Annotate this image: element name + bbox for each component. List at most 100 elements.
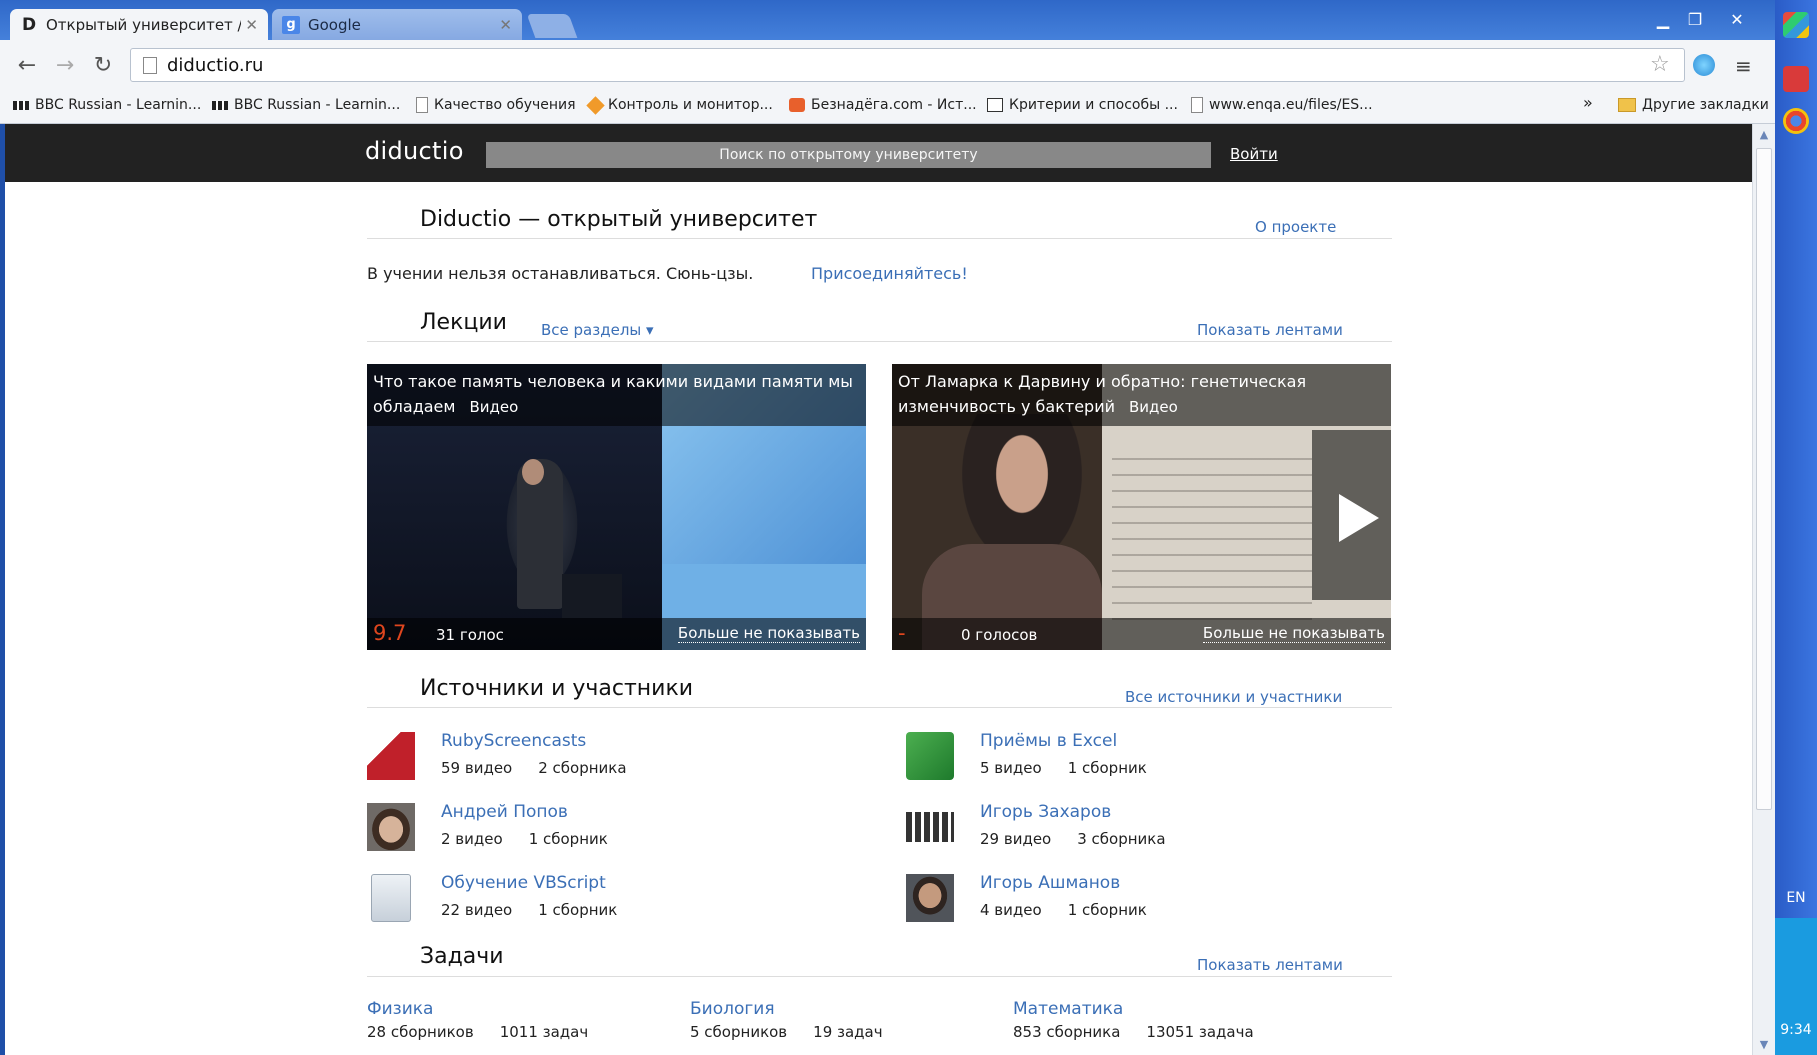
source-name[interactable]: Андрей Попов (441, 802, 568, 822)
bookmark-item[interactable]: Критерии и способы ... (987, 97, 1178, 113)
source-stats: 5 видео 1 сборник (980, 759, 1147, 777)
source-item[interactable]: Игорь Захаров 29 видео 3 сборника (906, 802, 1386, 860)
document-icon (371, 874, 411, 922)
bbc-icon (13, 100, 29, 110)
source-item[interactable]: Обучение VBScript 22 видео 1 сборник (367, 873, 847, 931)
bookmarks-bar: BBC Russian - Learnin... BBC Russian - L… (0, 90, 1775, 124)
task-category-name[interactable]: Математика (1013, 999, 1313, 1019)
reload-icon[interactable]: ↻ (88, 50, 118, 80)
back-arrow-icon[interactable]: ← (12, 50, 42, 80)
divider (367, 341, 1392, 342)
avatar (367, 803, 415, 851)
lecture-card[interactable]: От Ламарка к Дарвину и обратно: генетиче… (892, 364, 1391, 650)
more-bookmarks-chevron-icon[interactable]: » (1583, 93, 1593, 112)
show-feeds-link[interactable]: Показать лентами (1197, 321, 1343, 339)
google-favicon-icon: g (282, 15, 300, 34)
lecture-votes: 31 голос (436, 626, 504, 644)
obs-icon (987, 98, 1003, 112)
restore-icon[interactable]: ❐ (1680, 7, 1710, 31)
lecture-title[interactable]: От Ламарка к Дарвину и обратно: генетиче… (898, 372, 1306, 416)
login-link[interactable]: Войти (1230, 145, 1278, 163)
lecture-title[interactable]: Что такое память человека и какими видам… (373, 372, 853, 416)
bookmark-item[interactable]: Безнадёга.com - Ист... (789, 97, 977, 113)
all-sections-dropdown[interactable]: Все разделы ▾ (541, 321, 654, 339)
hide-lecture-link[interactable]: Больше не показывать (677, 624, 860, 643)
lecture-votes: 0 голосов (961, 626, 1038, 644)
source-item[interactable]: Игорь Ашманов 4 видео 1 сборник (906, 873, 1386, 931)
show-feeds-link[interactable]: Показать лентами (1197, 956, 1343, 974)
lectures-heading: Лекции (420, 310, 507, 335)
scroll-up-icon[interactable]: ▲ (1753, 128, 1775, 141)
language-indicator[interactable]: EN (1775, 890, 1817, 906)
join-link[interactable]: Присоединяйтесь! (811, 264, 968, 283)
site-logo[interactable]: diductio (365, 137, 464, 165)
bookmark-item[interactable]: Качество обучения (416, 97, 576, 113)
source-name[interactable]: RubyScreencasts (441, 731, 586, 751)
task-category-name[interactable]: Физика (367, 999, 667, 1019)
source-name[interactable]: Игорь Захаров (980, 802, 1111, 822)
task-category[interactable]: Физика 28 сборников 1011 задач (367, 999, 667, 1041)
bookmark-item[interactable]: Контроль и монитор... (586, 95, 773, 115)
page-icon (1191, 97, 1203, 113)
search-input[interactable] (486, 142, 1211, 168)
about-link[interactable]: О проекте (1255, 218, 1336, 236)
bookmark-item[interactable]: BBC Russian - Learnin... (212, 97, 400, 113)
hide-lecture-link[interactable]: Больше не показывать (1202, 624, 1385, 643)
windows-start-icon[interactable] (1783, 12, 1809, 38)
page-viewport: diductio Войти Diductio — открытый униве… (5, 124, 1757, 1055)
chrome-icon[interactable] (1783, 108, 1809, 134)
bookmark-item[interactable]: www.enqa.eu/files/ES... (1191, 97, 1373, 113)
app-icon[interactable] (1783, 66, 1809, 92)
bookmark-star-icon[interactable]: ☆ (1650, 52, 1670, 77)
web-logo-icon (906, 812, 954, 842)
forward-arrow-icon[interactable]: → (50, 50, 80, 80)
source-name[interactable]: Приёмы в Excel (980, 731, 1117, 751)
tab-title: Google (308, 15, 361, 34)
scroll-thumb[interactable] (1756, 148, 1772, 810)
scroll-down-icon[interactable]: ▼ (1753, 1038, 1775, 1051)
source-stats: 2 видео 1 сборник (441, 830, 608, 848)
source-stats: 29 видео 3 сборника (980, 830, 1166, 848)
excel-icon (906, 732, 954, 780)
source-item[interactable]: Андрей Попов 2 видео 1 сборник (367, 802, 847, 860)
close-tab-icon[interactable]: ✕ (499, 16, 512, 34)
task-category[interactable]: Биология 5 сборников 19 задач (690, 999, 990, 1041)
play-button[interactable] (1312, 430, 1391, 600)
bookmark-item[interactable]: BBC Russian - Learnin... (13, 97, 201, 113)
source-item[interactable]: RubyScreencasts 59 видео 2 сборника (367, 731, 847, 789)
new-tab-button[interactable] (526, 14, 578, 38)
address-bar[interactable]: diductio.ru (130, 48, 1685, 82)
source-name[interactable]: Игорь Ашманов (980, 873, 1120, 893)
tab-diductio[interactable]: D Открытый университет / Di ✕ (10, 9, 268, 40)
lecture-card[interactable]: Что такое память человека и какими видам… (367, 364, 866, 650)
task-category-name[interactable]: Биология (690, 999, 990, 1019)
all-sources-link[interactable]: Все источники и участники (1125, 688, 1342, 706)
minimize-icon[interactable]: ▁ (1648, 7, 1678, 31)
page-scrollbar[interactable]: ▲ ▼ (1752, 124, 1775, 1055)
diamond-icon (586, 95, 605, 115)
extension-icon[interactable] (1693, 54, 1715, 76)
other-bookmarks[interactable]: Другие закладки (1618, 97, 1769, 113)
lecture-type: Видео (1129, 398, 1178, 416)
lecture-footer: 9.7 31 голос Больше не показывать (367, 618, 866, 650)
slide-text (1112, 444, 1312, 634)
divider (367, 238, 1392, 239)
site-header: diductio Войти (5, 124, 1757, 182)
source-stats: 22 видео 1 сборник (441, 901, 618, 919)
play-icon (1339, 494, 1379, 542)
bbc-icon (212, 100, 228, 110)
source-name[interactable]: Обучение VBScript (441, 873, 606, 893)
page-icon (416, 97, 428, 113)
tasks-heading: Задачи (420, 944, 504, 969)
menu-icon[interactable]: ≡ (1735, 54, 1752, 78)
clock[interactable]: 9:34 (1775, 1022, 1817, 1038)
close-tab-icon[interactable]: ✕ (245, 16, 258, 34)
flame-icon (789, 98, 805, 112)
lecture-caption: Что такое память человека и какими видам… (367, 364, 866, 426)
window-close-icon[interactable]: ✕ (1722, 7, 1752, 31)
source-item[interactable]: Приёмы в Excel 5 видео 1 сборник (906, 731, 1386, 789)
ruby-icon (367, 732, 415, 780)
tab-google[interactable]: g Google ✕ (272, 9, 522, 40)
task-category[interactable]: Математика 853 сборника 13051 задача (1013, 999, 1313, 1041)
podium (562, 574, 622, 618)
